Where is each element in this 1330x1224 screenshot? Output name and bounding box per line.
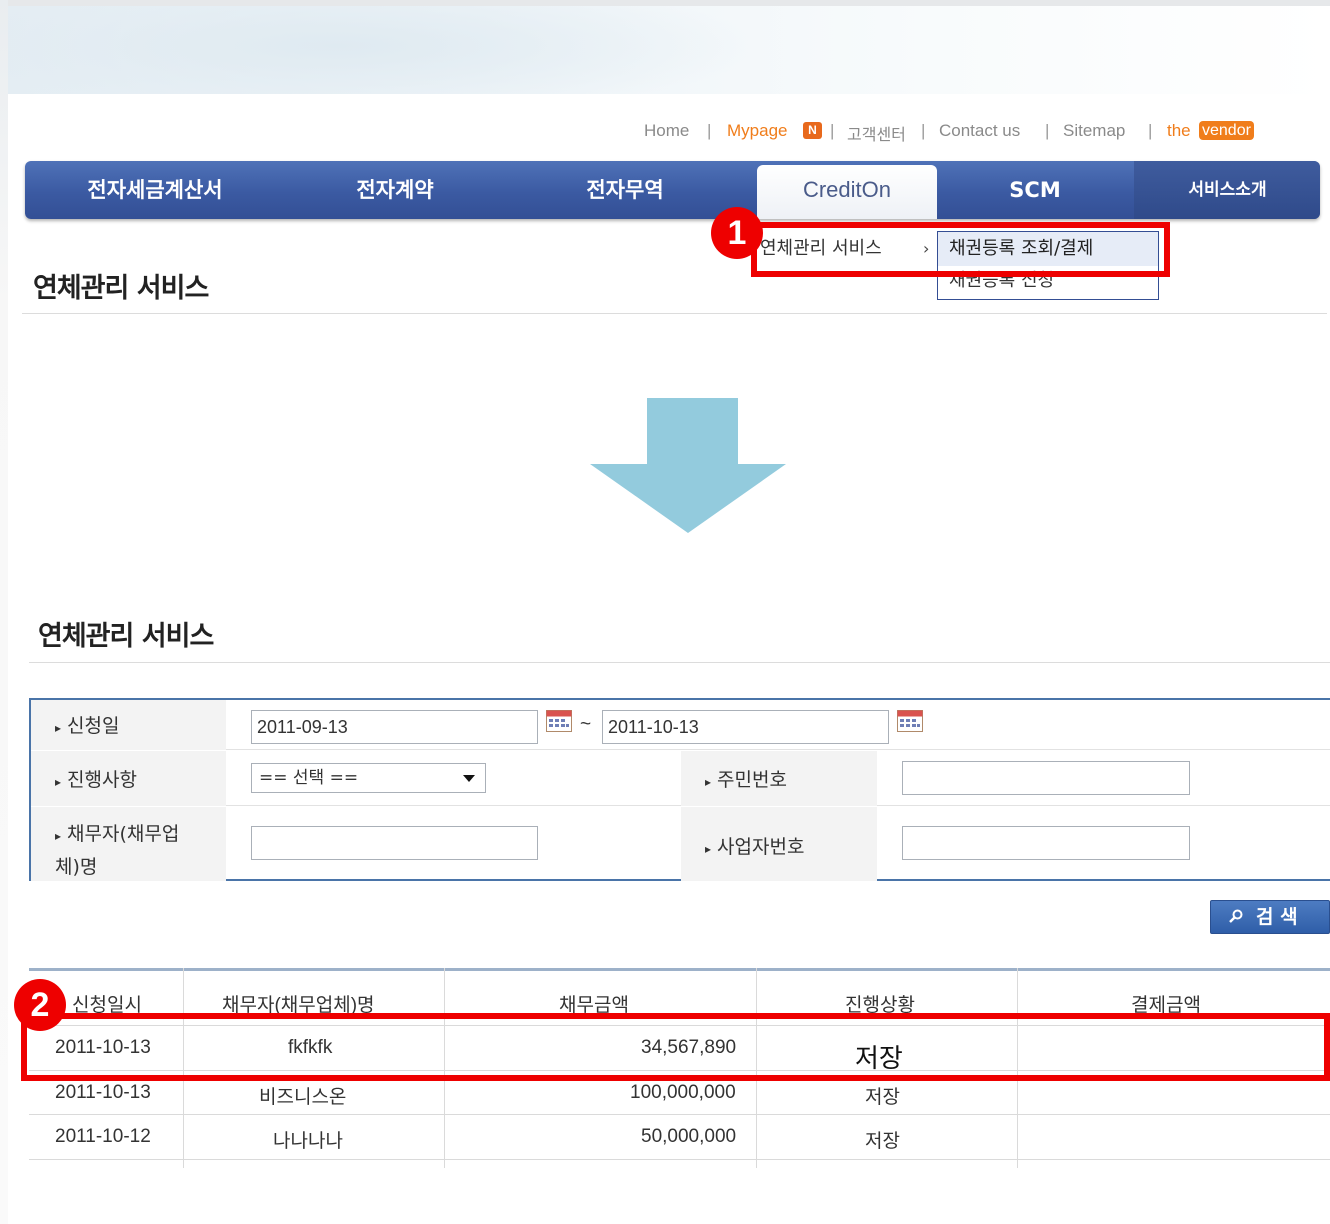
cell-date: 2011-10-13	[55, 1082, 151, 1103]
bizno-label: ▸ 사업자번호	[681, 807, 877, 881]
main-nav: 전자세금계산서 전자계약 전자무역 CreditOn SCM 서비스소개	[25, 161, 1320, 219]
search-button-label: 검 색	[1256, 906, 1298, 928]
cell-debtor[interactable]: 비즈니스온	[259, 1082, 346, 1109]
search-form: ▸ 신청일 ▸ 진행사항 ▸ 채무자(채무업 체)명 ▸ 주민번호 ▸ 사업자번호 2011…	[29, 698, 1330, 881]
cell-amount: 100,000,000	[630, 1082, 736, 1103]
date-label: ▸ 신청일	[31, 700, 226, 750]
nav-scm[interactable]: SCM	[950, 161, 1120, 219]
mypage-link[interactable]: Mypage	[727, 121, 787, 141]
customer-center-link[interactable]: 고객센터	[847, 121, 906, 145]
cell-status: 저장	[865, 1087, 900, 1108]
window-left-edge	[0, 0, 8, 1224]
new-badge-icon: N	[803, 122, 822, 139]
nav-crediton-tab[interactable]: CreditOn	[757, 165, 937, 219]
calendar-icon[interactable]	[546, 710, 572, 732]
home-link[interactable]: Home	[644, 121, 689, 141]
step-badge-2: 2	[14, 979, 66, 1031]
ssn-input[interactable]	[902, 761, 1190, 795]
date-range-tilde: ~	[580, 714, 592, 735]
highlight-box-2	[21, 1013, 1330, 1081]
debtor-name-input[interactable]	[251, 826, 538, 860]
date-from-input[interactable]: 2011-09-13	[251, 710, 538, 744]
row-divider	[29, 1159, 1330, 1160]
title-divider	[22, 313, 1327, 314]
title-divider-lower	[29, 662, 1330, 663]
nav-e-tax-invoice[interactable]: 전자세금계산서	[55, 161, 255, 219]
separator: |	[921, 121, 926, 140]
date-to-input[interactable]: 2011-10-13	[602, 710, 889, 744]
page-title: 연체관리 서비스	[33, 273, 209, 304]
page-title-lower: 연체관리 서비스	[38, 621, 214, 652]
separator: |	[1045, 121, 1050, 140]
separator: |	[830, 121, 835, 140]
highlight-box-1	[751, 222, 1170, 277]
cell-amount: 50,000,000	[641, 1126, 737, 1147]
utility-links: Home | Mypage N | 고객센터 | Contact us | Si…	[0, 118, 1330, 144]
debtor-label: ▸ 채무자(채무업 체)명	[31, 807, 226, 881]
search-button[interactable]: 검 색	[1210, 900, 1330, 934]
sitemap-link[interactable]: Sitemap	[1063, 121, 1125, 141]
nav-e-trade[interactable]: 전자무역	[540, 161, 710, 219]
step-badge-1: 1	[711, 207, 763, 259]
contact-us-link[interactable]: Contact us	[939, 121, 1020, 141]
cell-debtor[interactable]: 나나나나	[273, 1126, 343, 1153]
the-vendor-link[interactable]: the	[1167, 121, 1191, 141]
separator: |	[1148, 121, 1153, 140]
vendor-badge[interactable]: vendor	[1199, 121, 1254, 140]
status-select-value: == 선택 ==	[259, 768, 359, 788]
header-banner	[8, 6, 1330, 94]
status-label: ▸ 진행사항	[31, 751, 226, 806]
row-divider	[29, 1114, 1330, 1115]
down-arrow-icon	[590, 398, 786, 533]
status-select[interactable]: == 선택 ==	[251, 763, 486, 793]
calendar-icon[interactable]	[897, 710, 923, 732]
cell-status: 저장	[865, 1131, 900, 1152]
dropdown-caret-icon	[463, 775, 475, 782]
nav-service-intro[interactable]: 서비스소개	[1135, 161, 1320, 219]
separator: |	[707, 121, 712, 140]
ssn-label: ▸ 주민번호	[681, 751, 877, 806]
search-icon	[1229, 909, 1243, 923]
business-number-input[interactable]	[902, 826, 1190, 860]
nav-e-contract[interactable]: 전자계약	[310, 161, 480, 219]
cell-date: 2011-10-12	[55, 1126, 151, 1147]
